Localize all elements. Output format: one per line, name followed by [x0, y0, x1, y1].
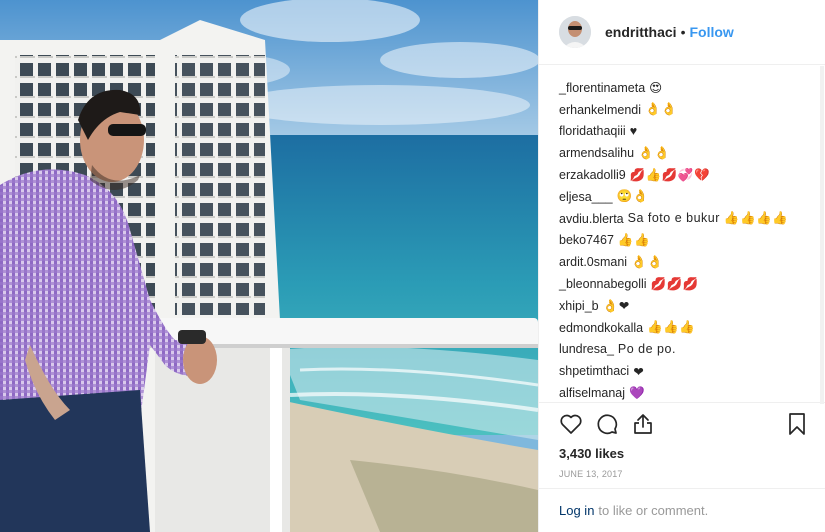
comment-item: erhankelmendi 👌👌: [559, 99, 807, 121]
post-header: endritthaci • Follow: [539, 0, 825, 65]
comment-text: 😍: [649, 81, 663, 96]
comment-text: 👌👌: [645, 102, 678, 117]
heart-icon: [560, 414, 582, 434]
comment-item: floridathaqiii ♥: [559, 121, 807, 143]
share-button[interactable]: [631, 412, 655, 436]
save-button[interactable]: [785, 412, 809, 436]
comment-username[interactable]: avdiu.blerta: [559, 212, 624, 226]
comment-text: ♥: [629, 124, 638, 139]
bookmark-icon: [789, 412, 805, 435]
comment-text: 👍👍: [617, 232, 651, 247]
comment-text: 👌👌: [631, 254, 664, 269]
comment-item: lundresa_ Po de po.: [559, 339, 807, 361]
post-sidebar: endritthaci • Follow _florentinameta 😍 erh…: [538, 0, 825, 532]
likes-count[interactable]: 3,430 likes: [539, 444, 825, 464]
comment-item: edmondkokalla 👍👍👍: [559, 317, 807, 339]
comment-username[interactable]: edmondkokalla: [559, 321, 643, 335]
comment-text: 💜: [629, 385, 646, 400]
comment-username[interactable]: _bleonnabegolli: [559, 277, 647, 291]
post-photo[interactable]: [0, 0, 538, 532]
comment-item: beko7467 👍👍: [559, 230, 807, 252]
comment-username[interactable]: xhipi_b: [559, 299, 599, 313]
login-link[interactable]: Log in: [559, 503, 594, 518]
comment-button[interactable]: [595, 412, 619, 436]
like-button[interactable]: [559, 412, 583, 436]
comment-text: 🙄👌: [616, 189, 649, 204]
comment-text: Sa foto e bukur 👍👍👍👍: [627, 211, 789, 226]
comment-item: armendsalihu 👌👌: [559, 142, 807, 164]
login-prompt-text: to like or comment.: [598, 503, 709, 518]
photo-illustration: [0, 0, 538, 532]
comment-item: shpetimthaci ❤: [559, 360, 807, 382]
comment-text: 👌👌: [638, 145, 671, 160]
comment-text: 👍👍👍: [647, 320, 696, 335]
comment-text: Po de po.: [617, 342, 676, 357]
comment-item: xhipi_b 👌❤: [559, 295, 807, 317]
comment-username[interactable]: erhankelmendi: [559, 103, 641, 117]
comment-username[interactable]: ardit.0smani: [559, 255, 627, 269]
instagram-post: endritthaci • Follow _florentinameta 😍 erh…: [0, 0, 825, 532]
comment-username[interactable]: armendsalihu: [559, 146, 634, 160]
comment-item: eljesa___ 🙄👌: [559, 186, 807, 208]
comment-item: _bleonnabegolli 💋💋💋: [559, 273, 807, 295]
post-date[interactable]: JUNE 13, 2017: [539, 466, 825, 482]
share-arrow-icon: [634, 413, 652, 434]
avatar[interactable]: [559, 16, 591, 48]
comment-username[interactable]: beko7467: [559, 233, 614, 247]
speech-bubble-icon: [597, 414, 618, 434]
comment-text: 💋💋💋: [650, 276, 699, 291]
comment-username[interactable]: erzakadolli9: [559, 168, 626, 182]
comment-username[interactable]: floridathaqiii: [559, 124, 626, 138]
comment-text: 💋👍💋💞💔: [629, 167, 711, 182]
comment-item: avdiu.blerta Sa foto e bukur 👍👍👍👍: [559, 208, 807, 230]
comment-item: _florentinameta 😍: [559, 77, 807, 99]
comment-text: ❤: [633, 364, 645, 379]
comment-username[interactable]: alfiselmanaj: [559, 386, 625, 400]
comment-item: ardit.0smani 👌👌: [559, 251, 807, 273]
action-bar: [539, 402, 825, 444]
comment-username[interactable]: lundresa_: [559, 342, 614, 356]
comment-username[interactable]: eljesa___: [559, 190, 613, 204]
comment-item: alfiselmanaj 💜: [559, 382, 807, 402]
comment-item: erzakadolli9 💋👍💋💞💔: [559, 164, 807, 186]
comment-text: 👌❤: [602, 298, 630, 313]
follow-button[interactable]: Follow: [689, 24, 733, 40]
login-prompt: Log in to like or comment.: [539, 488, 825, 532]
comments-list[interactable]: _florentinameta 😍 erhankelmendi 👌👌 floridath…: [539, 65, 825, 402]
comment-username[interactable]: _florentinameta: [559, 81, 645, 95]
header-separator: •: [680, 24, 686, 40]
comment-username[interactable]: shpetimthaci: [559, 364, 629, 378]
comments-scrollbar[interactable]: [819, 66, 825, 404]
post-username[interactable]: endritthaci: [605, 24, 677, 40]
avatar-image: [559, 16, 591, 48]
